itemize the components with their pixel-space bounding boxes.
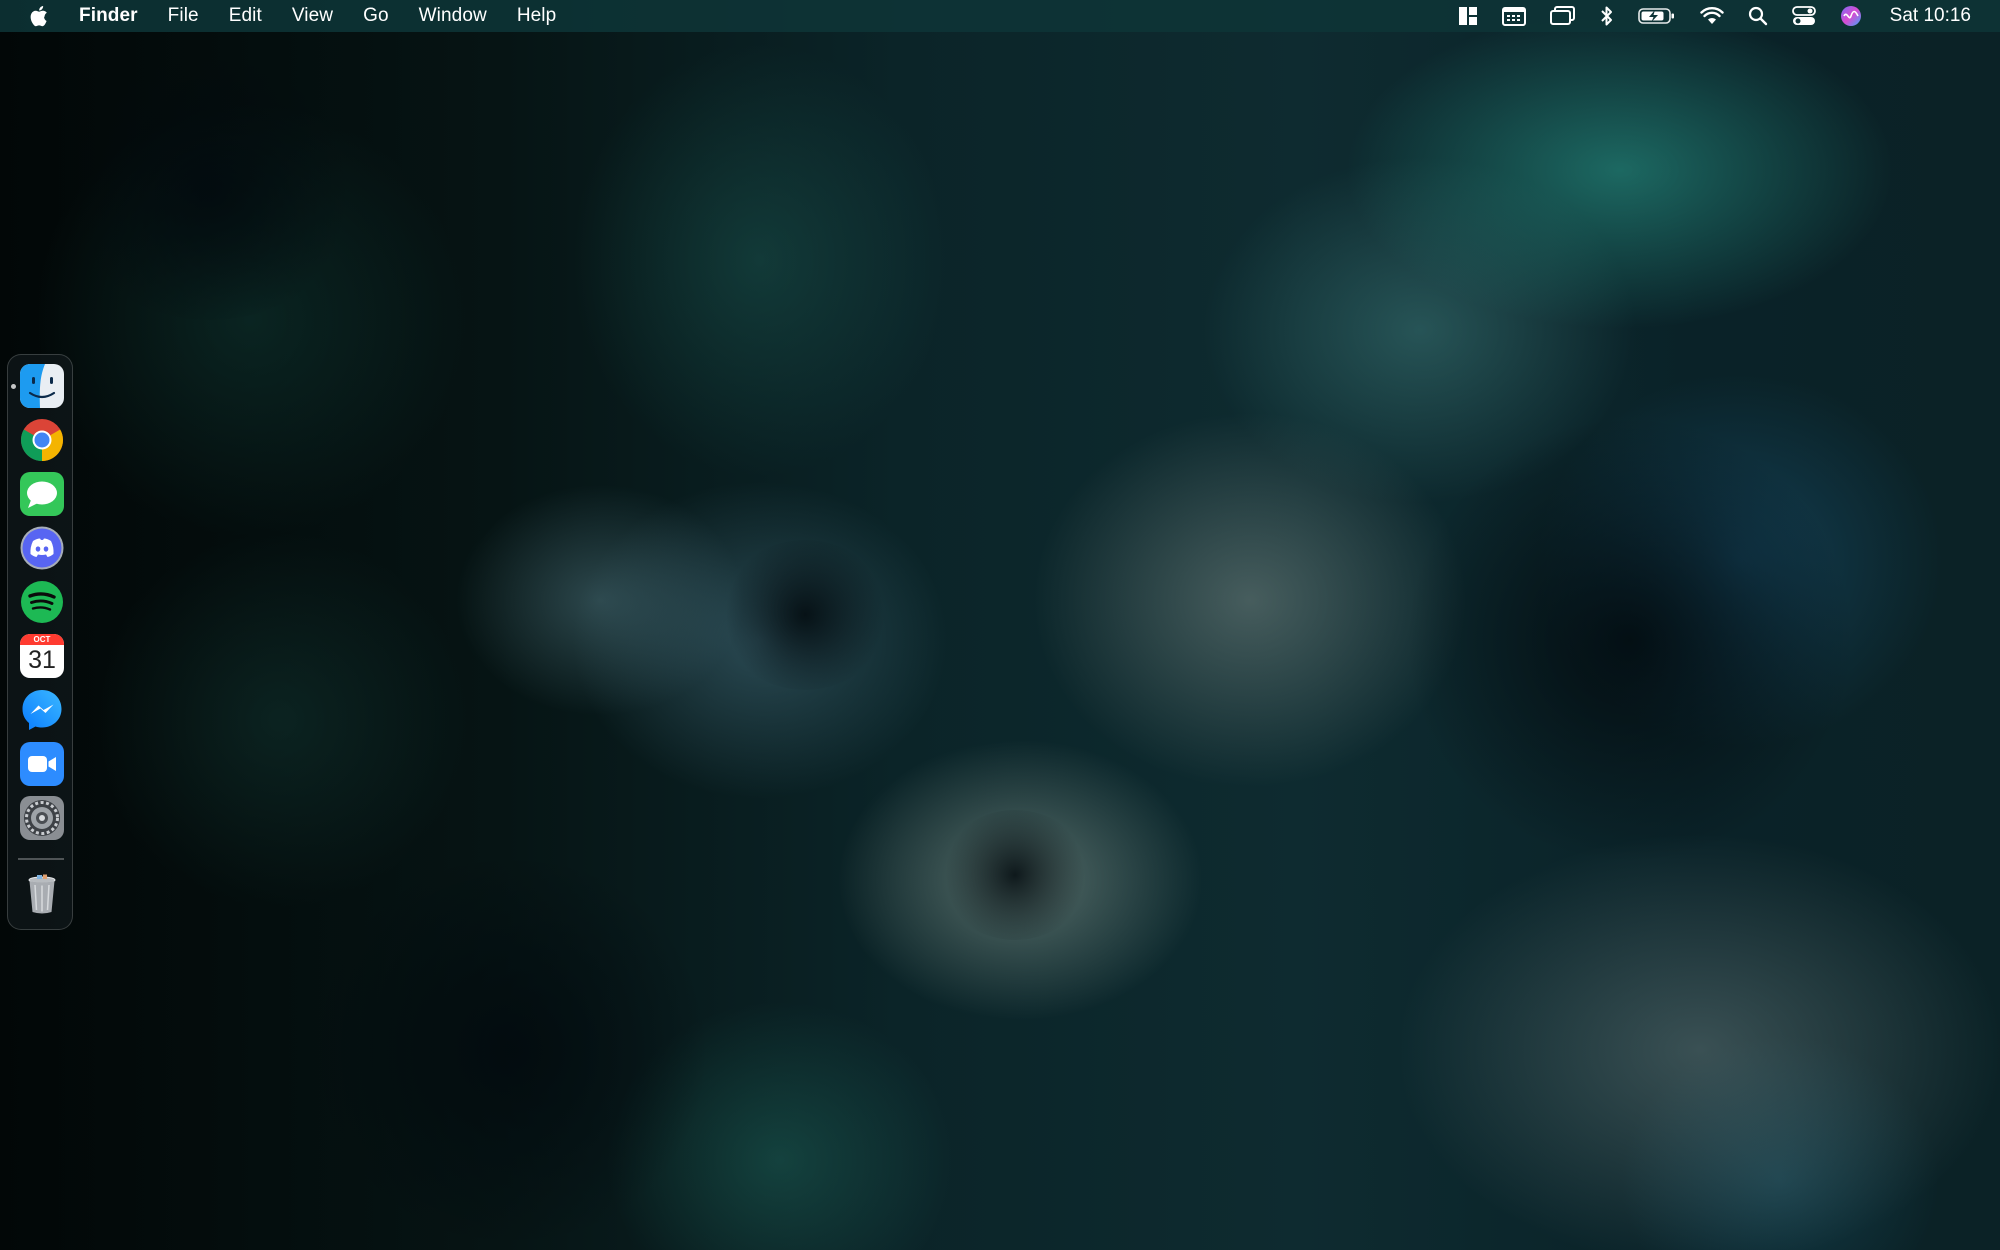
messages-icon [20,472,64,516]
desktop-wallpaper [0,0,2000,1250]
window-layout-icon[interactable] [1458,0,1478,32]
dock-app-zoom[interactable] [20,742,64,786]
menubar-clock[interactable]: Sat 10:16 [1890,5,1971,27]
menu-app-finder[interactable]: Finder [79,5,138,27]
chrome-icon [20,419,64,461]
dock: OCT 31 [7,354,73,930]
dock-trash[interactable] [20,872,64,916]
dock-app-finder[interactable] [20,364,64,408]
menu-help[interactable]: Help [517,5,556,27]
apple-menu-icon[interactable] [29,4,51,28]
menu-bar: Finder File Edit View Go Window Help Sat… [0,0,2000,32]
calendar-icon: OCT 31 [20,634,64,678]
dock-app-messages[interactable] [20,472,64,516]
battery-charging-icon[interactable] [1637,0,1676,32]
dock-app-system-preferences[interactable] [20,796,64,840]
menu-file[interactable]: File [168,5,199,27]
wifi-icon[interactable] [1699,0,1724,32]
system-preferences-icon [20,796,64,840]
screen-mirroring-icon[interactable] [1549,0,1576,32]
dock-app-spotify[interactable] [20,580,64,624]
dock-app-messenger[interactable] [20,688,64,732]
control-center-icon[interactable] [1791,0,1816,32]
running-indicator-finder [11,384,16,389]
dock-separator [18,858,64,860]
spotify-icon [21,581,63,623]
siri-icon[interactable] [1840,0,1862,32]
status-area: Sat 10:16 [1434,0,2000,32]
messenger-icon [22,690,62,730]
dock-app-chrome[interactable] [20,418,64,462]
dock-app-calendar[interactable]: OCT 31 [20,634,64,678]
discord-icon [20,526,64,570]
zoom-icon [20,742,64,786]
menu-window[interactable]: Window [419,5,487,27]
calendar-widget-icon[interactable] [1501,0,1526,32]
bluetooth-icon[interactable] [1600,0,1614,32]
menu-go[interactable]: Go [363,5,389,27]
menu-edit[interactable]: Edit [229,5,262,27]
finder-icon [20,364,64,408]
trash-icon [28,874,56,914]
spotlight-search-icon[interactable] [1748,0,1768,32]
menu-view[interactable]: View [292,5,333,27]
dock-app-discord[interactable] [20,526,64,570]
calendar-day: 31 [28,646,56,674]
calendar-month: OCT [20,634,64,645]
